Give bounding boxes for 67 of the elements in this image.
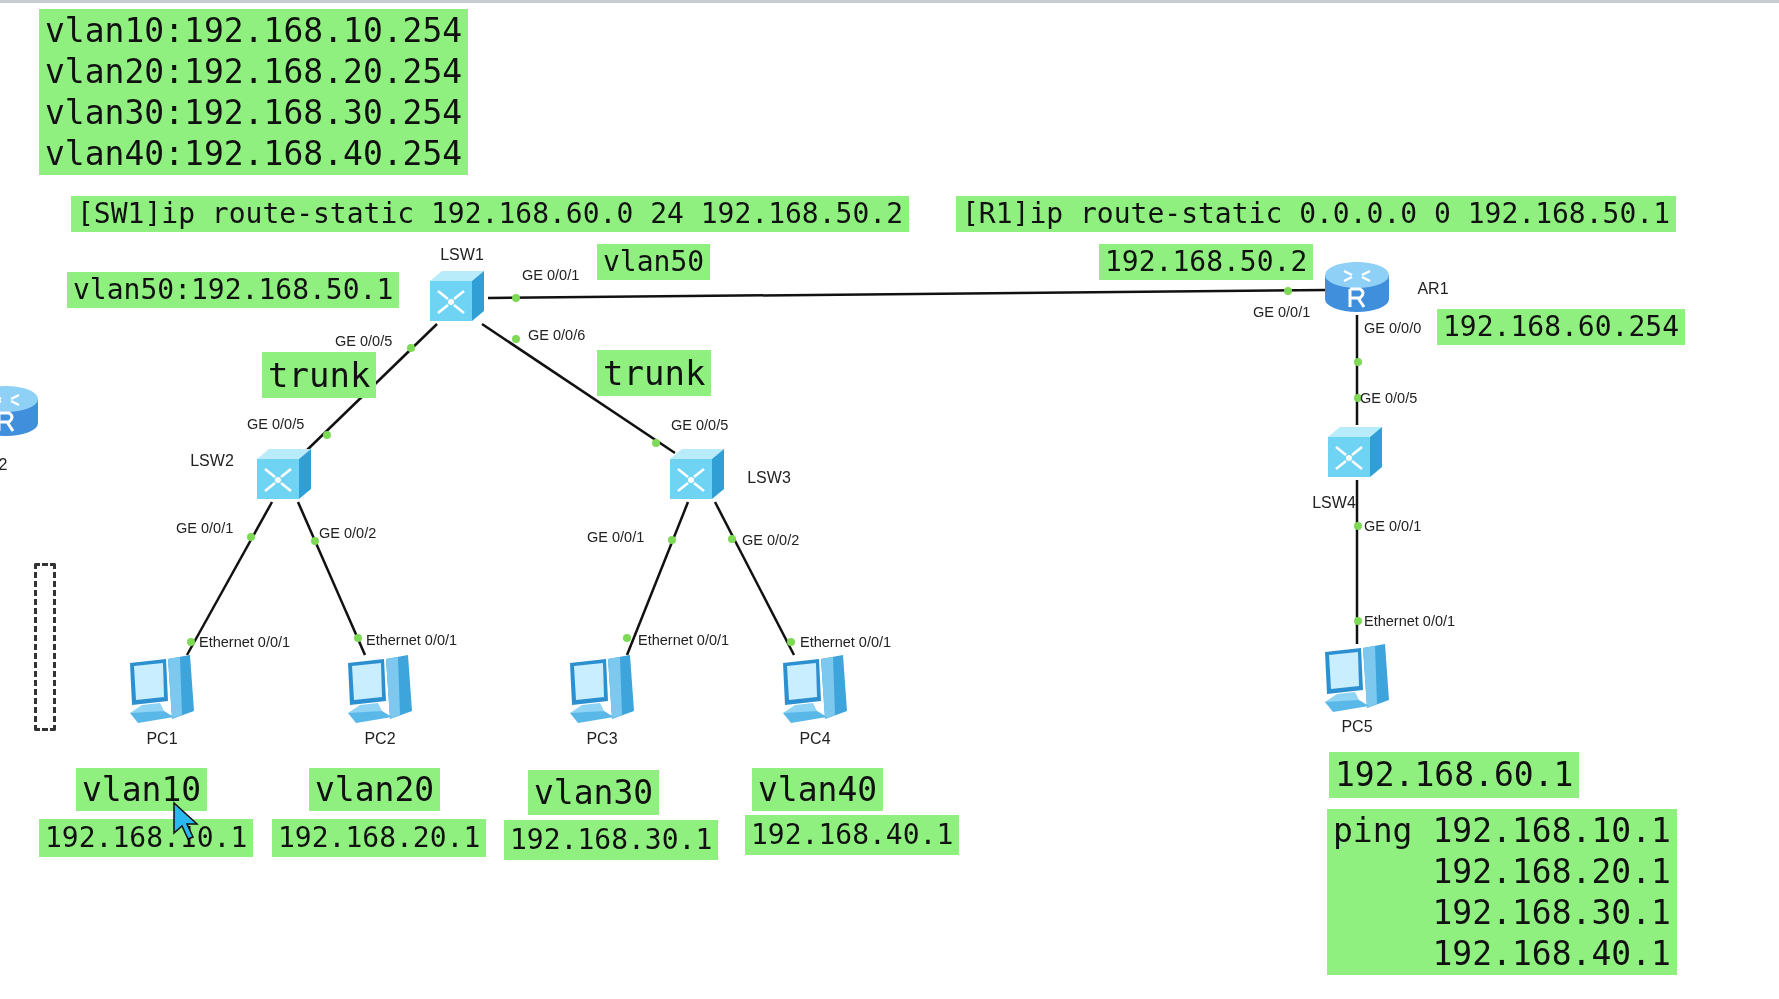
ping-note: ping 192.168.10.1 192.168.20.1 192.168.30.1 192.168.40.1	[1327, 809, 1677, 975]
port-dot	[311, 537, 319, 545]
port-label: GE 0/0/1	[1364, 518, 1422, 534]
note-label: [R1]ip route-static 0.0.0.0 0 192.168.50.1	[956, 196, 1676, 232]
device-label: LSW1	[440, 246, 484, 264]
note-label: vlan20	[309, 768, 441, 811]
port-label: Ethernet 0/0/1	[800, 634, 892, 650]
port-dot	[247, 533, 255, 541]
note-label: 192.168.20.1	[272, 819, 487, 857]
device-label: PC1	[146, 730, 178, 748]
note-label: 192.168.60.254	[1437, 309, 1685, 345]
note-label: 192.168.30.1	[504, 820, 719, 860]
port-dot	[652, 439, 660, 447]
port-label: GE 0/0/0	[1364, 320, 1422, 336]
port-label: GE 0/0/5	[247, 416, 305, 432]
device-label: 2	[0, 456, 8, 474]
port-label: Ethernet 0/0/1	[199, 634, 291, 650]
port-dot	[1284, 287, 1292, 295]
port-label: Ethernet 0/0/1	[1364, 613, 1456, 629]
note-label: vlan50:192.168.50.1	[67, 272, 400, 308]
port-dot	[1354, 617, 1362, 625]
device-label: PC4	[799, 730, 831, 748]
device-label: PC2	[364, 730, 396, 748]
device-label: LSW2	[190, 452, 234, 470]
device-label: LSW3	[747, 469, 791, 487]
note-label: vlan50	[597, 244, 711, 280]
note-label: vlan40	[752, 768, 884, 811]
port-label: GE 0/0/1	[522, 267, 580, 283]
port-label: GE 0/0/2	[742, 532, 800, 548]
port-dot	[354, 634, 362, 642]
router-icon[interactable]	[1322, 259, 1392, 315]
port-label: Ethernet 0/0/1	[366, 632, 458, 648]
port-label: GE 0/0/1	[176, 520, 234, 536]
port-dot	[668, 536, 676, 544]
port-dot	[787, 638, 795, 646]
note-label: 192.168.50.2	[1099, 244, 1314, 280]
note-label: vlan30	[528, 770, 660, 815]
note-label: trunk	[597, 350, 712, 396]
port-dot	[1354, 394, 1362, 402]
port-dot	[1354, 358, 1362, 366]
port-dot	[187, 638, 195, 646]
port-label: GE 0/0/1	[587, 529, 645, 545]
port-label: GE 0/0/6	[528, 327, 586, 343]
device-label: PC5	[1341, 718, 1373, 736]
port-label: GE 0/0/1	[1253, 304, 1311, 320]
port-label: Ethernet 0/0/1	[638, 632, 730, 648]
note-label: [SW1]ip route-static 192.168.60.0 24 192.168.50.2	[71, 196, 909, 232]
port-dot	[728, 535, 736, 543]
device-label: AR1	[1417, 280, 1449, 298]
port-dot	[512, 335, 520, 343]
note-label: 192.168.40.1	[745, 815, 960, 855]
port-dot	[1354, 522, 1362, 530]
port-dot	[407, 344, 415, 352]
port-label: GE 0/0/5	[335, 333, 393, 349]
port-dot	[623, 634, 631, 642]
port-label: GE 0/0/2	[319, 525, 377, 541]
note-label: trunk	[262, 352, 377, 398]
port-dot	[512, 294, 520, 302]
port-dot	[323, 431, 331, 439]
device-label: PC3	[586, 730, 618, 748]
port-label: GE 0/0/5	[671, 417, 729, 433]
note-label: 192.168.10.1	[39, 819, 254, 857]
note-label: 192.168.60.1	[1329, 752, 1580, 798]
port-label: GE 0/0/5	[1360, 390, 1418, 406]
note-label: vlan10	[76, 768, 208, 811]
device-label: LSW4	[1312, 494, 1356, 512]
note-label: vlan10:192.168.10.254 vlan20:192.168.20.254 vlan30:192.168.30.254 vlan40:192.168.40.254	[39, 9, 469, 175]
